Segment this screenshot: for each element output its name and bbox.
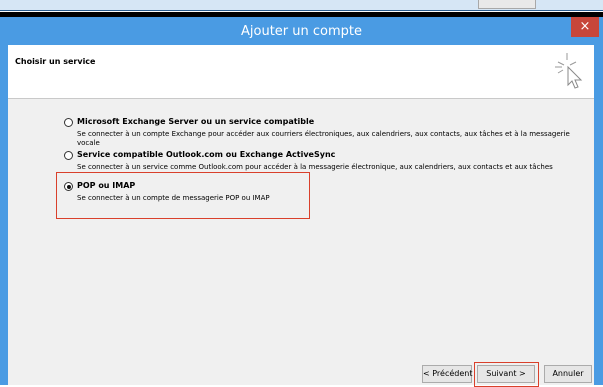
background-button	[478, 0, 536, 9]
header-title: Choisir un service	[15, 57, 96, 66]
add-account-dialog: Ajouter un compte × Choisir un service M…	[0, 17, 603, 387]
dialog-title: Ajouter un compte	[241, 24, 362, 39]
pop-imap-highlight	[56, 172, 310, 219]
option-activesync-description: Se connecter à un service comme Outlook.…	[77, 163, 553, 171]
option-exchange-description: Se connecter à un compte Exchange pour a…	[77, 130, 570, 147]
dialog-body: Choisir un service Microsoft Exchange Se…	[8, 45, 594, 387]
wizard-header: Choisir un service	[8, 45, 594, 99]
background-window	[0, 0, 603, 11]
previous-button[interactable]: < Précédent	[422, 365, 473, 383]
cancel-button[interactable]: Annuler	[544, 365, 592, 383]
radio-exchange[interactable]	[64, 118, 73, 127]
option-exchange-label: Microsoft Exchange Server ou un service …	[77, 117, 315, 126]
cursor-click-icon	[555, 53, 583, 89]
radio-activesync[interactable]	[64, 151, 73, 160]
close-button[interactable]: ×	[571, 17, 599, 37]
title-bar: Ajouter un compte ×	[0, 17, 603, 45]
next-button-highlight	[474, 362, 539, 387]
close-icon: ×	[579, 19, 591, 34]
option-activesync-label: Service compatible Outlook.com ou Exchan…	[77, 150, 336, 159]
